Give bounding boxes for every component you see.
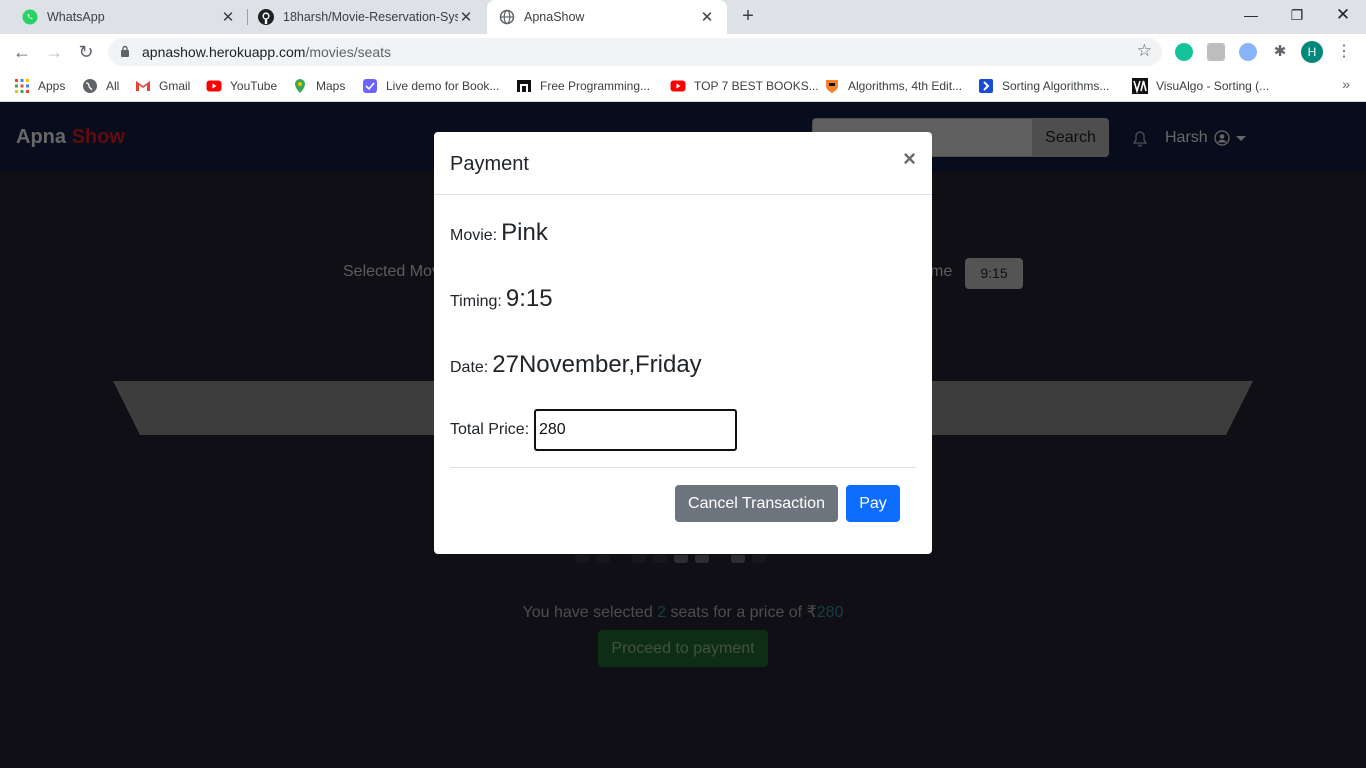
new-tab-button[interactable]: +	[737, 5, 759, 29]
tab-github[interactable]: 18harsh/Movie-Reservation-Syste ✕	[248, 0, 486, 34]
date-field: Date: 27November,Friday	[450, 351, 702, 379]
modal-divider	[450, 467, 916, 468]
bookmark-label: Apps	[38, 79, 66, 93]
url-domain: apnashow.herokuapp.com	[142, 44, 306, 60]
forward-arrow-icon[interactable]: →	[42, 40, 66, 64]
reload-icon[interactable]: ↻	[74, 40, 98, 64]
modal-title: Payment	[450, 153, 529, 175]
pay-button[interactable]: Pay	[846, 485, 900, 522]
modal-header: Payment ×	[434, 132, 932, 195]
payment-modal: Payment × Movie: Pink Timing: 9:15 Date: 27…	[434, 132, 932, 554]
timing-value: 9:15	[505, 285, 553, 312]
bookmark-label: VisuAlgo - Sorting (...	[1156, 79, 1270, 93]
bookmark-label: Live demo for Book...	[386, 79, 500, 93]
total-price-label: Total Price:	[450, 421, 530, 438]
tab-title: ApnaShow	[524, 10, 585, 24]
browser-tab-strip: WhatsApp ✕ 18harsh/Movie-Reservation-Sys…	[0, 0, 1366, 34]
timing-label: Timing:	[450, 293, 502, 310]
bookmark-label: TOP 7 BEST BOOKS...	[694, 79, 819, 93]
bookmark-label: YouTube	[230, 79, 278, 93]
back-arrow-icon[interactable]: ←	[10, 40, 34, 64]
bookmark-label: Maps	[316, 79, 346, 93]
calendar-icon	[363, 79, 377, 93]
star-icon[interactable]: ☆	[1137, 41, 1152, 61]
bookmark-label: All	[106, 79, 120, 93]
close-icon[interactable]: ✕	[458, 8, 474, 26]
browser-toolbar: ← → ↻ apnashow.herokuapp.com/movies/seat…	[0, 34, 1366, 70]
window-close-icon[interactable]: ✕	[1320, 0, 1366, 30]
menu-dots-icon[interactable]: ⋮	[1335, 40, 1353, 64]
bookmark-apps[interactable]: Apps	[14, 77, 65, 95]
bookmark-label: Sorting Algorithms...	[1002, 79, 1110, 93]
close-icon[interactable]: ×	[903, 148, 916, 170]
bookmarks-bar: Apps All Gmail YouTube Maps Live demo fo…	[0, 70, 1366, 102]
apps-grid-icon	[15, 79, 29, 93]
bookmark-top7-books[interactable]: TOP 7 BEST BOOKS...	[670, 77, 819, 95]
grammarly-icon[interactable]	[1175, 43, 1193, 61]
bookmark-gmail[interactable]: Gmail	[135, 77, 190, 95]
total-price-input[interactable]: 280	[534, 409, 737, 451]
tab-whatsapp[interactable]: WhatsApp ✕	[0, 0, 248, 34]
site-icon	[517, 80, 531, 92]
date-label: Date:	[450, 359, 489, 376]
movie-value: Pink	[501, 219, 548, 246]
extension-icon[interactable]	[1239, 43, 1257, 61]
bookmark-label: Algorithms, 4th Edit...	[848, 79, 963, 93]
youtube-icon	[670, 80, 686, 92]
bookmark-icon	[979, 79, 993, 93]
timing-field: Timing: 9:15	[450, 285, 553, 313]
bookmark-maps[interactable]: Maps	[292, 77, 345, 95]
profile-avatar[interactable]: H	[1301, 41, 1323, 63]
bookmarks-overflow-icon[interactable]: »	[1342, 76, 1350, 92]
globe-icon	[83, 79, 97, 93]
youtube-icon	[206, 80, 222, 92]
close-icon[interactable]: ✕	[220, 8, 236, 26]
lock-icon	[121, 45, 129, 57]
url-path: /movies/seats	[305, 44, 392, 60]
bookmark-algorithms[interactable]: Algorithms, 4th Edit...	[824, 77, 962, 95]
minimize-icon[interactable]: —	[1228, 0, 1274, 30]
bookmark-live-demo[interactable]: Live demo for Book...	[362, 77, 499, 95]
github-icon	[258, 9, 274, 25]
whatsapp-icon	[22, 9, 38, 25]
movie-label: Movie:	[450, 227, 498, 244]
close-icon[interactable]: ✕	[699, 8, 715, 26]
maps-pin-icon	[295, 79, 305, 93]
restore-icon[interactable]: ❐	[1274, 0, 1320, 30]
bookmark-youtube[interactable]: YouTube	[206, 77, 277, 95]
globe-icon	[499, 9, 515, 25]
bookmark-sorting-algorithms[interactable]: Sorting Algorithms...	[978, 77, 1109, 95]
bookmark-visualgo[interactable]: VisuAlgo - Sorting (...	[1132, 77, 1269, 95]
tab-apnashow[interactable]: ApnaShow ✕	[487, 0, 727, 34]
puzzle-icon[interactable]: ✱	[1271, 43, 1289, 61]
movie-field: Movie: Pink	[450, 219, 548, 247]
bookmark-all[interactable]: All	[82, 77, 119, 95]
princeton-shield-icon	[826, 80, 838, 93]
tab-title: WhatsApp	[47, 10, 105, 24]
tab-title: 18harsh/Movie-Reservation-Syste	[283, 10, 458, 24]
bookmark-label: Free Programming...	[540, 79, 651, 93]
bookmark-label: Gmail	[159, 79, 191, 93]
visualgo-icon	[1132, 78, 1148, 94]
url-text: apnashow.herokuapp.com/movies/seats	[142, 44, 391, 60]
cancel-transaction-button[interactable]: Cancel Transaction	[675, 485, 838, 522]
gmail-icon	[136, 81, 150, 91]
bookmark-free-programming[interactable]: Free Programming...	[516, 77, 650, 95]
date-value: 27November,Friday	[492, 351, 702, 378]
address-bar[interactable]: apnashow.herokuapp.com/movies/seats ☆	[108, 38, 1162, 66]
extension-icon[interactable]	[1207, 43, 1225, 61]
